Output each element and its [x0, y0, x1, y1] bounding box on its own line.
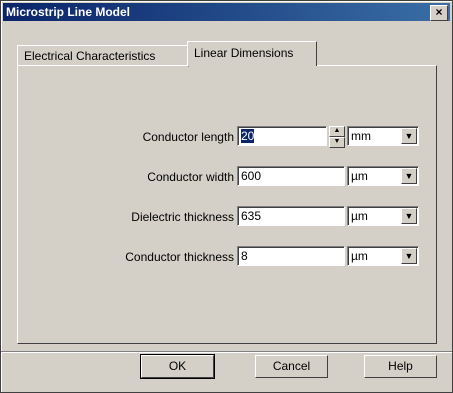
conductor-thickness-label: Conductor thickness: [125, 250, 234, 264]
conductor-length-spinner[interactable]: ▲ ▼: [329, 126, 345, 148]
dielectric-thickness-value: 635: [241, 209, 262, 223]
chevron-down-icon[interactable]: ▼: [401, 168, 417, 184]
help-button[interactable]: Help: [364, 355, 437, 378]
conductor-width-row: Conductor width: [18, 167, 234, 187]
conductor-length-label: Conductor length: [142, 130, 234, 144]
conductor-thickness-row: Conductor thickness: [18, 247, 234, 267]
linear-dimensions-panel: Conductor length 20 ▲ ▼ mm ▼ Conductor w…: [17, 65, 437, 344]
conductor-width-value: 600: [241, 169, 262, 183]
spin-up-icon[interactable]: ▲: [329, 126, 345, 137]
conductor-thickness-input[interactable]: 8: [237, 246, 345, 266]
tab-electrical-characteristics[interactable]: Electrical Characteristics: [17, 45, 189, 67]
cancel-button[interactable]: Cancel: [255, 355, 328, 378]
conductor-thickness-value: 8: [241, 249, 248, 263]
tab-linear-dimensions[interactable]: Linear Dimensions: [187, 41, 317, 66]
dielectric-thickness-label: Dielectric thickness: [131, 210, 234, 224]
ok-button[interactable]: OK: [140, 354, 215, 379]
dielectric-thickness-unit: µm: [351, 209, 368, 223]
conductor-length-unit-select[interactable]: mm ▼: [347, 126, 419, 146]
conductor-width-unit-select[interactable]: µm ▼: [347, 166, 419, 186]
conductor-length-row: Conductor length: [18, 127, 234, 147]
dielectric-thickness-input[interactable]: 635: [237, 206, 345, 226]
conductor-thickness-unit-select[interactable]: µm ▼: [347, 246, 419, 266]
conductor-length-input[interactable]: 20: [237, 126, 327, 146]
dielectric-thickness-row: Dielectric thickness: [18, 207, 234, 227]
conductor-length-unit: mm: [351, 129, 371, 143]
dialog-window: Microstrip Line Model × Electrical Chara…: [0, 0, 453, 393]
spin-down-icon[interactable]: ▼: [329, 137, 345, 148]
window-title: Microstrip Line Model: [6, 5, 131, 19]
title-bar[interactable]: Microstrip Line Model ×: [3, 3, 450, 21]
conductor-width-label: Conductor width: [147, 170, 234, 184]
button-separator: [1, 351, 452, 353]
conductor-length-value: 20: [241, 129, 255, 143]
chevron-down-icon[interactable]: ▼: [401, 208, 417, 224]
conductor-width-input[interactable]: 600: [237, 166, 345, 186]
chevron-down-icon[interactable]: ▼: [401, 248, 417, 264]
close-icon[interactable]: ×: [430, 5, 448, 21]
dielectric-thickness-unit-select[interactable]: µm ▼: [347, 206, 419, 226]
chevron-down-icon[interactable]: ▼: [401, 128, 417, 144]
conductor-thickness-unit: µm: [351, 249, 368, 263]
conductor-width-unit: µm: [351, 169, 368, 183]
